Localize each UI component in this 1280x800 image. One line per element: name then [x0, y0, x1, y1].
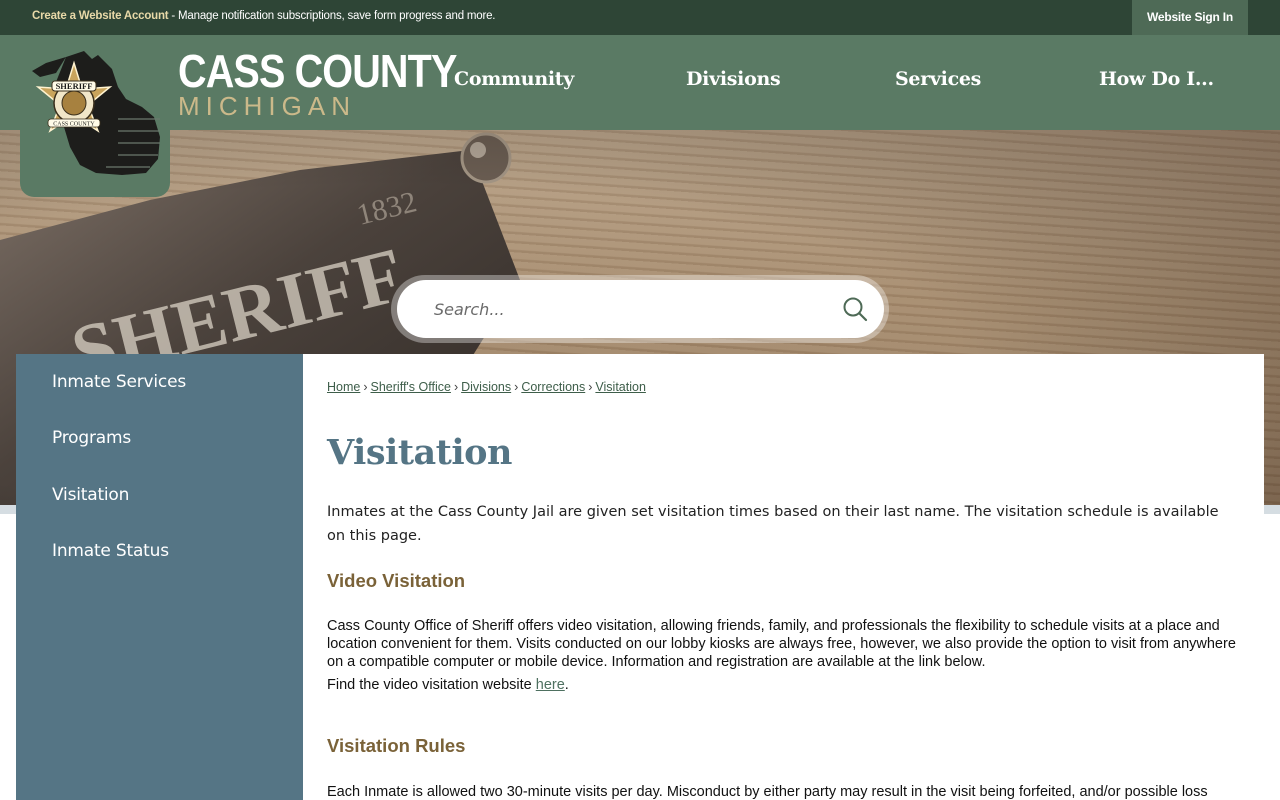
intro-paragraph: Inmates at the Cass County Jail are give…: [327, 504, 1219, 544]
account-message-text: - Manage notification subscriptions, sav…: [168, 10, 496, 22]
svg-text:SHERIFF: SHERIFF: [56, 81, 93, 91]
site-name-county: CASS COUNTY: [178, 45, 457, 97]
nav-divisions[interactable]: Divisions: [686, 68, 781, 90]
sidebar-item-inmate-services[interactable]: Inmate Services: [52, 372, 186, 392]
visitation-rules-heading: Visitation Rules: [327, 735, 466, 756]
breadcrumb-divisions[interactable]: Divisions: [461, 380, 511, 394]
nav-how-do-i[interactable]: How Do I...: [1099, 68, 1214, 90]
video-visitation-paragraph: Cass County Office of Sheriff offers vid…: [327, 618, 1236, 670]
page-title: Visitation: [327, 432, 512, 473]
video-visitation-heading: Video Visitation: [327, 570, 466, 591]
sidebar-item-inmate-status[interactable]: Inmate Status: [52, 541, 169, 561]
breadcrumb-visitation[interactable]: Visitation: [595, 380, 646, 394]
create-account-link[interactable]: Create a Website Account: [32, 10, 169, 22]
breadcrumb-separator: ›: [453, 380, 459, 394]
nav-services[interactable]: Services: [895, 68, 981, 90]
top-utility-bar: Create a Website Account - Manage notifi…: [0, 0, 1280, 35]
breadcrumb-separator: ›: [363, 380, 368, 394]
breadcrumb-separator: ›: [514, 380, 519, 394]
account-message: Create a Website Account - Manage notifi…: [32, 10, 495, 22]
video-visitation-link[interactable]: here: [536, 677, 565, 693]
breadcrumb: Home › Sheriff's Office › Divisions › Correcti…: [327, 380, 646, 394]
video-visitation-link-line: Find the video visitation website here.: [327, 676, 1237, 694]
nav-community[interactable]: Community: [454, 68, 574, 90]
visitation-rules-paragraph: Each Inmate is allowed two 30-minute vis…: [327, 784, 1208, 800]
michigan-sheriff-badge-icon: SHERIFF CASS COUNTY: [32, 51, 160, 175]
sidebar-item-programs[interactable]: Programs: [52, 428, 131, 448]
website-sign-in-button[interactable]: Website Sign In: [1132, 0, 1248, 35]
search-icon[interactable]: [842, 296, 868, 322]
breadcrumb-home[interactable]: Home: [327, 380, 360, 394]
breadcrumb-corrections[interactable]: Corrections: [521, 380, 585, 394]
link-line-suffix: .: [564, 677, 569, 693]
breadcrumb-sheriffs-office[interactable]: Sheriff's Office: [371, 380, 451, 394]
search-input[interactable]: [434, 296, 814, 322]
breadcrumb-separator: ›: [588, 380, 593, 394]
sidebar-item-visitation[interactable]: Visitation: [52, 485, 129, 505]
svg-text:CASS COUNTY: CASS COUNTY: [53, 122, 95, 128]
link-line-prefix: Find the video visitation website: [327, 677, 536, 693]
sidebar-navigation: Inmate Services Programs Visitation Inma…: [16, 354, 303, 800]
sheriff-logo[interactable]: SHERIFF CASS COUNTY: [20, 35, 170, 197]
